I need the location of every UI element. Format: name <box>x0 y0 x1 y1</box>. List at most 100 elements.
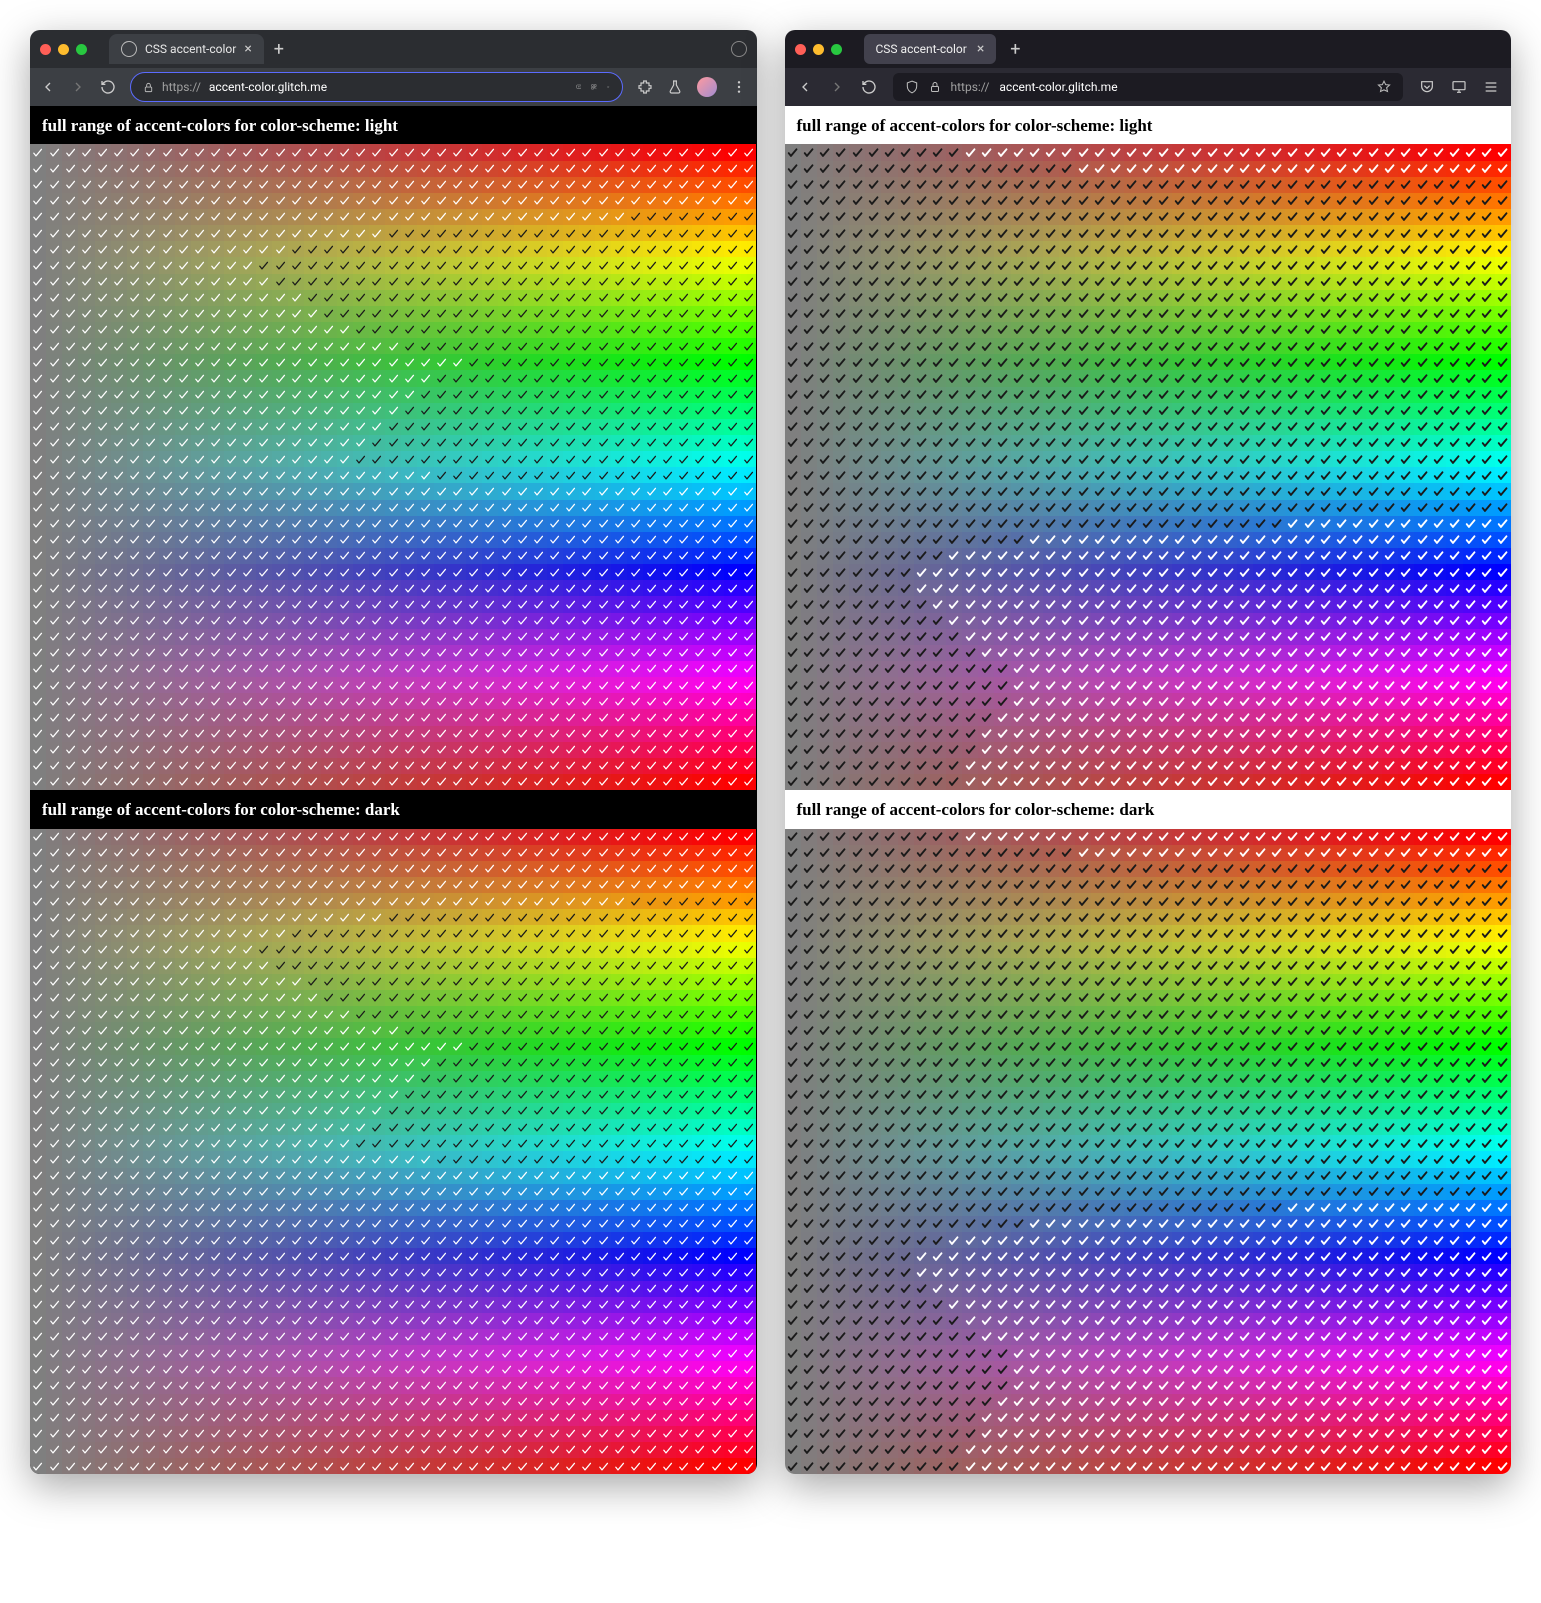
accent-checkbox[interactable] <box>321 613 337 629</box>
accent-checkbox[interactable] <box>127 1281 143 1297</box>
accent-checkbox[interactable] <box>159 1361 175 1377</box>
accent-checkbox[interactable] <box>95 419 111 435</box>
accent-checkbox[interactable] <box>1204 306 1220 322</box>
accent-checkbox[interactable] <box>321 1135 337 1151</box>
accent-checkbox[interactable] <box>514 1426 530 1442</box>
accent-checkbox[interactable] <box>643 1022 659 1038</box>
accent-checkbox[interactable] <box>660 1006 676 1022</box>
accent-checkbox[interactable] <box>643 909 659 925</box>
accent-checkbox[interactable] <box>1043 548 1059 564</box>
accent-checkbox[interactable] <box>78 645 94 661</box>
accent-checkbox[interactable] <box>547 861 563 877</box>
accent-checkbox[interactable] <box>224 161 240 177</box>
accent-checkbox[interactable] <box>530 942 546 958</box>
accent-checkbox[interactable] <box>450 516 466 532</box>
accent-checkbox[interactable] <box>1463 322 1479 338</box>
accent-checkbox[interactable] <box>1317 290 1333 306</box>
accent-checkbox[interactable] <box>865 257 881 273</box>
accent-checkbox[interactable] <box>740 1216 756 1232</box>
accent-checkbox[interactable] <box>708 893 724 909</box>
accent-checkbox[interactable] <box>579 1248 595 1264</box>
accent-checkbox[interactable] <box>1495 161 1511 177</box>
accent-checkbox[interactable] <box>256 403 272 419</box>
accent-checkbox[interactable] <box>434 1151 450 1167</box>
accent-checkbox[interactable] <box>143 909 159 925</box>
accent-checkbox[interactable] <box>692 516 708 532</box>
accent-checkbox[interactable] <box>1382 241 1398 257</box>
accent-checkbox[interactable] <box>676 661 692 677</box>
accent-checkbox[interactable] <box>930 209 946 225</box>
accent-checkbox[interactable] <box>321 548 337 564</box>
accent-checkbox[interactable] <box>385 1394 401 1410</box>
accent-checkbox[interactable] <box>466 1458 482 1474</box>
accent-checkbox[interactable] <box>288 1264 304 1280</box>
accent-checkbox[interactable] <box>466 225 482 241</box>
accent-checkbox[interactable] <box>337 564 353 580</box>
accent-checkbox[interactable] <box>191 290 207 306</box>
accent-checkbox[interactable] <box>321 677 337 693</box>
accent-checkbox[interactable] <box>143 1329 159 1345</box>
accent-checkbox[interactable] <box>1059 354 1075 370</box>
accent-checkbox[interactable] <box>111 1103 127 1119</box>
accent-checkbox[interactable] <box>95 990 111 1006</box>
accent-checkbox[interactable] <box>143 290 159 306</box>
accent-checkbox[interactable] <box>304 322 320 338</box>
accent-checkbox[interactable] <box>1301 161 1317 177</box>
accent-checkbox[interactable] <box>30 596 46 612</box>
accent-checkbox[interactable] <box>611 974 627 990</box>
accent-checkbox[interactable] <box>563 1135 579 1151</box>
accent-checkbox[interactable] <box>708 829 724 845</box>
accent-checkbox[interactable] <box>1075 290 1091 306</box>
accent-checkbox[interactable] <box>708 1248 724 1264</box>
accent-checkbox[interactable] <box>530 1168 546 1184</box>
accent-checkbox[interactable] <box>466 1022 482 1038</box>
accent-checkbox[interactable] <box>191 974 207 990</box>
accent-checkbox[interactable] <box>514 241 530 257</box>
accent-checkbox[interactable] <box>272 1410 288 1426</box>
accent-checkbox[interactable] <box>563 1232 579 1248</box>
accent-checkbox[interactable] <box>547 693 563 709</box>
accent-checkbox[interactable] <box>1301 403 1317 419</box>
accent-checkbox[interactable] <box>272 1135 288 1151</box>
accent-checkbox[interactable] <box>256 467 272 483</box>
accent-checkbox[interactable] <box>369 241 385 257</box>
accent-checkbox[interactable] <box>127 1087 143 1103</box>
accent-checkbox[interactable] <box>450 1394 466 1410</box>
accent-checkbox[interactable] <box>30 467 46 483</box>
accent-checkbox[interactable] <box>530 909 546 925</box>
accent-checkbox[interactable] <box>563 1426 579 1442</box>
accent-checkbox[interactable] <box>385 193 401 209</box>
accent-checkbox[interactable] <box>208 177 224 193</box>
accent-checkbox[interactable] <box>1430 516 1446 532</box>
accent-checkbox[interactable] <box>288 1200 304 1216</box>
accent-checkbox[interactable] <box>740 1264 756 1280</box>
accent-checkbox[interactable] <box>1398 483 1414 499</box>
accent-checkbox[interactable] <box>78 693 94 709</box>
accent-checkbox[interactable] <box>127 1248 143 1264</box>
accent-checkbox[interactable] <box>1188 306 1204 322</box>
accent-checkbox[interactable] <box>240 387 256 403</box>
accent-checkbox[interactable] <box>434 451 450 467</box>
accent-checkbox[interactable] <box>62 500 78 516</box>
accent-checkbox[interactable] <box>256 548 272 564</box>
accent-checkbox[interactable] <box>111 1281 127 1297</box>
accent-checkbox[interactable] <box>175 225 191 241</box>
accent-checkbox[interactable] <box>962 419 978 435</box>
accent-checkbox[interactable] <box>660 845 676 861</box>
accent-checkbox[interactable] <box>321 1410 337 1426</box>
accent-checkbox[interactable] <box>801 354 817 370</box>
accent-checkbox[interactable] <box>1479 403 1495 419</box>
accent-checkbox[interactable] <box>240 354 256 370</box>
accent-checkbox[interactable] <box>817 274 833 290</box>
accent-checkbox[interactable] <box>401 693 417 709</box>
accent-checkbox[interactable] <box>224 177 240 193</box>
accent-checkbox[interactable] <box>1059 274 1075 290</box>
accent-checkbox[interactable] <box>740 257 756 273</box>
accent-checkbox[interactable] <box>627 693 643 709</box>
accent-checkbox[interactable] <box>46 613 62 629</box>
accent-checkbox[interactable] <box>369 645 385 661</box>
accent-checkbox[interactable] <box>95 1410 111 1426</box>
accent-checkbox[interactable] <box>240 758 256 774</box>
accent-checkbox[interactable] <box>385 516 401 532</box>
accent-checkbox[interactable] <box>611 877 627 893</box>
